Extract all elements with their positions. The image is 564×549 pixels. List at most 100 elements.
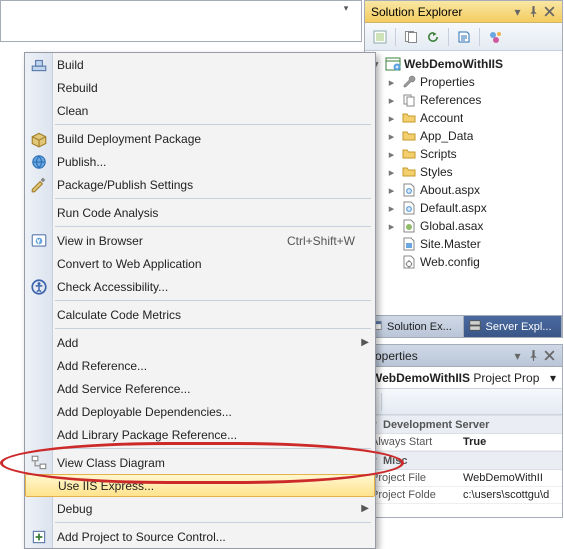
tree-item[interactable]: ▸Global.asax (385, 217, 562, 235)
properties-toolbar: AZ (365, 389, 562, 415)
tree-item[interactable]: ▸Styles (385, 163, 562, 181)
properties-title-label: roperties (371, 349, 418, 363)
show-all-files-icon[interactable] (402, 28, 420, 46)
folder-icon (401, 146, 417, 162)
menu-add-service-reference[interactable]: Add Service Reference... (25, 377, 375, 400)
tree-item-label: Web.config (420, 255, 480, 269)
menu-add[interactable]: Add ▶ (25, 331, 375, 354)
code-view-icon[interactable] (455, 28, 473, 46)
prop-cat-misc[interactable]: ▾ Misc (365, 451, 562, 470)
tree-item[interactable]: Site.Master (385, 235, 562, 253)
menu-run-code-analysis[interactable]: Run Code Analysis (25, 201, 375, 224)
prop-project-file[interactable]: Project File WebDemoWithII (365, 470, 562, 487)
menu-view-class-diagram[interactable]: View Class Diagram (25, 451, 375, 474)
expand-icon[interactable]: ▸ (385, 130, 398, 143)
solution-explorer-panel: Solution Explorer ▾ ▾ WebDemoWithIIS (364, 0, 563, 338)
menu-build-deploy[interactable]: Build Deployment Package (25, 127, 375, 150)
panel-close-icon[interactable] (543, 6, 556, 18)
project-context-menu: Build Rebuild Clean Build Deployment Pac… (24, 52, 376, 549)
menu-rebuild[interactable]: Rebuild (25, 76, 375, 99)
expand-icon[interactable]: ▸ (385, 166, 398, 179)
expand-icon[interactable]: ▸ (385, 220, 398, 233)
combo-caret-icon[interactable]: ▾ (550, 371, 556, 385)
prop-cat-devserver[interactable]: ▾ Development Server (365, 415, 562, 434)
prop-cat-misc-label: Misc (383, 455, 407, 467)
menu-view-in-browser[interactable]: View in Browser Ctrl+Shift+W (25, 229, 375, 252)
accessibility-icon (30, 278, 48, 296)
tree-item[interactable]: ▸ Default.aspx (385, 199, 562, 217)
solution-explorer-toolbar (365, 23, 562, 51)
menu-pkg-pub-settings[interactable]: Package/Publish Settings (25, 173, 375, 196)
menu-add-reference[interactable]: Add Reference... (25, 354, 375, 377)
prop-cat-devserver-label: Development Server (383, 419, 489, 431)
expand-icon[interactable]: ▸ (385, 202, 398, 215)
tree-item[interactable]: Web.config (385, 253, 562, 271)
menu-pkg-pub-settings-label: Package/Publish Settings (57, 178, 193, 192)
menu-sep (55, 328, 371, 329)
menu-build[interactable]: Build (25, 53, 375, 76)
tree-item[interactable]: ▸ Properties (385, 73, 562, 91)
menu-calc-metrics[interactable]: Calculate Code Metrics (25, 303, 375, 326)
menu-convert-webapp[interactable]: Convert to Web Application (25, 252, 375, 275)
tree-item-label: Properties (420, 75, 475, 89)
refresh-icon[interactable] (424, 28, 442, 46)
menu-add-library-pkg[interactable]: Add Library Package Reference... (25, 423, 375, 446)
tree-item[interactable]: ▸Scripts (385, 145, 562, 163)
menu-rebuild-label: Rebuild (57, 81, 98, 95)
properties-title: roperties ▾ (365, 345, 562, 367)
tree-item-label: Account (420, 111, 463, 125)
editor-area: ▾ (0, 0, 362, 42)
panel-tabs: Solution Ex... Server Expl... (365, 315, 562, 337)
menu-publish[interactable]: Publish... (25, 150, 375, 173)
class-diagram-icon (30, 454, 48, 472)
expand-icon[interactable] (385, 256, 398, 268)
prop-project-folder-val: c:\users\scottgu\d (463, 489, 556, 501)
menu-debug[interactable]: Debug ▶ (25, 497, 375, 520)
prop-project-file-key: Project File (371, 472, 463, 484)
menu-check-accessibility[interactable]: Check Accessibility... (25, 275, 375, 298)
panel-close-icon[interactable] (543, 350, 556, 362)
tree-item-label: Default.aspx (420, 201, 487, 215)
tree-item[interactable]: ▸ App_Data (385, 127, 562, 145)
tree-item[interactable]: ▸References (385, 91, 562, 109)
menu-clean-label: Clean (57, 104, 88, 118)
properties-combo-type: Project Prop (473, 371, 539, 385)
menu-add-deployable[interactable]: Add Deployable Dependencies... (25, 400, 375, 423)
properties-icon[interactable] (371, 28, 389, 46)
tab-solution-explorer[interactable]: Solution Ex... (365, 316, 464, 337)
properties-combo-name: WebDemoWithIIS (371, 371, 470, 385)
prop-always-start[interactable]: Always Start True (365, 434, 562, 451)
menu-add-project-to-scc[interactable]: Add Project to Source Control... (25, 525, 375, 548)
expand-icon[interactable]: ▸ (385, 112, 398, 125)
menu-use-iis-express[interactable]: Use IIS Express... (25, 474, 375, 497)
tab-server-explorer[interactable]: Server Expl... (464, 316, 563, 337)
menu-clean[interactable]: Clean (25, 99, 375, 122)
solution-tree: ▾ WebDemoWithIIS ▸Properties▸References▸… (365, 51, 562, 275)
menu-add-service-reference-label: Add Service Reference... (57, 382, 190, 396)
expand-icon[interactable]: ▸ (385, 76, 398, 89)
project-root[interactable]: ▾ WebDemoWithIIS (369, 55, 562, 73)
prop-project-folder[interactable]: Project Folde c:\users\scottgu\d (365, 487, 562, 504)
properties-combo[interactable]: WebDemoWithIIS Project Prop ▾ (365, 367, 562, 389)
tree-item[interactable]: ▸About.aspx (385, 181, 562, 199)
editor-options-caret[interactable]: ▾ (339, 1, 353, 15)
csproj-icon (385, 56, 401, 72)
tab-solution-label: Solution Ex... (387, 321, 452, 333)
panel-menu-icon[interactable]: ▾ (511, 6, 524, 18)
menu-view-class-diagram-label: View Class Diagram (57, 456, 165, 470)
panel-pin-icon[interactable] (527, 6, 540, 18)
menu-add-project-to-scc-label: Add Project to Source Control... (57, 530, 226, 544)
refs-icon (401, 92, 417, 108)
view-designer-icon[interactable] (486, 28, 504, 46)
tree-item[interactable]: ▸ Account (385, 109, 562, 127)
expand-icon[interactable]: ▸ (385, 184, 398, 197)
expand-icon[interactable]: ▸ (385, 148, 398, 161)
submenu-arrow-icon: ▶ (361, 503, 369, 514)
expand-icon[interactable]: ▸ (385, 94, 398, 107)
config-icon (401, 254, 417, 270)
expand-icon[interactable] (385, 238, 398, 250)
tree-item-label: App_Data (420, 129, 473, 143)
menu-add-library-pkg-label: Add Library Package Reference... (57, 428, 237, 442)
panel-menu-icon[interactable]: ▾ (511, 350, 524, 362)
panel-pin-icon[interactable] (527, 350, 540, 362)
